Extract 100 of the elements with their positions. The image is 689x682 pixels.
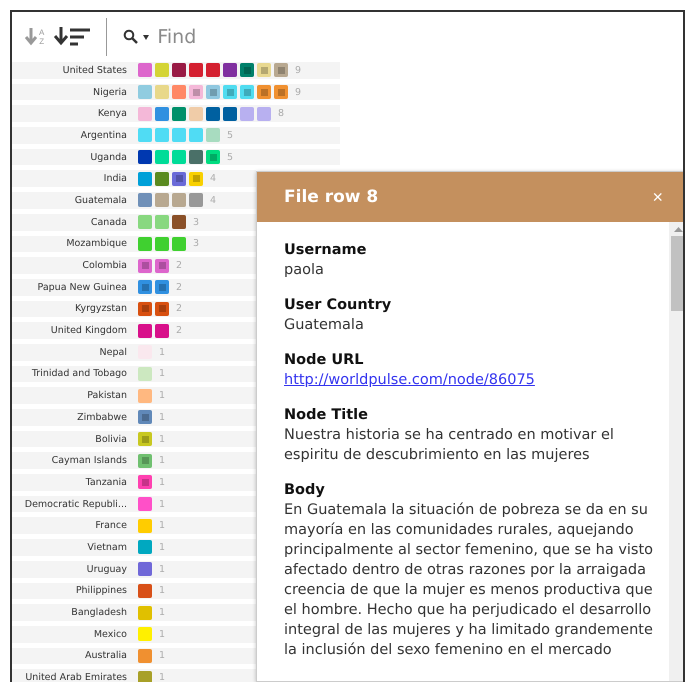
record-count: 1 (159, 542, 166, 553)
country-label: Guatemala (74, 194, 127, 206)
country-label: Colombia (81, 260, 127, 272)
record-count: 1 (159, 520, 166, 532)
field-value: paola (284, 261, 325, 280)
country-row[interactable]: United States 9 (12, 62, 340, 79)
record-count: 1 (159, 585, 166, 596)
record-square[interactable] (155, 172, 169, 186)
panel-title: File row 8 (284, 187, 378, 207)
record-square[interactable] (155, 280, 169, 294)
record-square[interactable] (223, 63, 237, 78)
field-label: Node URL (284, 351, 365, 370)
country-row[interactable]: India 4 (12, 170, 256, 188)
country-label: Trinidad and Tobago (30, 368, 127, 380)
record-count: 1 (159, 434, 166, 445)
country-row[interactable]: Kyrgyzstan 2 (12, 300, 256, 318)
caret-icon (143, 34, 150, 40)
record-count: 1 (159, 607, 166, 618)
scroll-up-icon[interactable] (674, 227, 682, 232)
country-row[interactable]: Pakistan 1 (12, 387, 256, 404)
country-label: Papua New Guinea (36, 282, 127, 293)
field-label: User Country (284, 296, 392, 315)
country-row[interactable]: Mexico 1 (12, 626, 256, 643)
record-square[interactable] (172, 106, 186, 121)
record-square[interactable] (206, 106, 220, 121)
country-row[interactable]: United Kingdom 2 (12, 322, 256, 339)
record-count: 2 (176, 260, 182, 272)
country-row[interactable]: France 1 (12, 517, 256, 534)
country-row[interactable]: Kenya 8 (12, 105, 340, 122)
country-label: Cayman Islands (50, 455, 127, 466)
country-label: Nepal (98, 346, 127, 358)
record-square[interactable] (138, 475, 152, 490)
record-count: 2 (176, 282, 182, 293)
country-row[interactable]: Uganda 5 (12, 148, 340, 166)
record-square[interactable] (240, 63, 254, 78)
record-count: 1 (159, 650, 166, 662)
country-label: Uganda (89, 152, 127, 163)
record-count: 1 (159, 628, 166, 640)
field-label: Username (284, 241, 368, 260)
record-count: 2 (176, 303, 182, 314)
record-square[interactable] (138, 302, 152, 316)
sort-descending-icon (54, 26, 92, 48)
country-row[interactable]: Colombia 2 (12, 257, 256, 274)
record-square[interactable] (138, 150, 152, 164)
record-count: 4 (210, 194, 216, 206)
record-square[interactable] (155, 258, 169, 273)
country-row[interactable]: Democratic Republi... 1 (12, 496, 256, 512)
country-label: Pakistan (86, 390, 127, 402)
search-icon (123, 29, 140, 45)
record-square[interactable] (223, 106, 237, 121)
record-square[interactable] (172, 172, 186, 186)
record-count: 1 (159, 455, 166, 466)
country-row[interactable]: Australia 1 (12, 648, 256, 664)
record-count: 9 (295, 64, 302, 76)
field-link[interactable]: http://worldpulse.com/node/86075 (284, 370, 659, 390)
record-square[interactable] (172, 215, 186, 230)
record-square[interactable] (155, 302, 169, 316)
country-row[interactable]: Vietnam 1 (12, 539, 256, 556)
record-square[interactable] (206, 63, 220, 78)
record-square[interactable] (138, 410, 152, 424)
country-row[interactable]: Cayman Islands 1 (12, 452, 256, 470)
record-square[interactable] (155, 324, 169, 338)
record-count: 1 (159, 564, 166, 575)
country-row[interactable]: Bangladesh 1 (12, 604, 256, 621)
country-label: United Kingdom (50, 325, 127, 336)
country-row[interactable]: Philippines 1 (12, 582, 256, 600)
country-label: Canada (90, 216, 127, 228)
country-label: Nigeria (92, 86, 127, 98)
country-row[interactable]: Papua New Guinea 2 (12, 278, 256, 296)
country-row[interactable]: Canada 3 (12, 214, 256, 230)
record-count: 1 (159, 368, 166, 380)
country-row[interactable]: Uruguay 1 (12, 560, 256, 578)
record-count: 1 (159, 476, 166, 488)
record-count: 8 (278, 108, 284, 120)
record-square[interactable] (138, 584, 152, 598)
record-square[interactable] (172, 63, 186, 78)
country-label: France (94, 520, 127, 532)
record-square[interactable] (189, 150, 203, 164)
record-count: 5 (227, 152, 234, 163)
record-square[interactable] (138, 562, 152, 576)
country-row[interactable]: United Arab Emirates 1 (12, 669, 256, 682)
country-row[interactable]: Zimbabwe 1 (12, 409, 256, 426)
country-label: Mexico (92, 628, 127, 640)
record-count: 3 (193, 238, 200, 250)
record-square[interactable] (189, 63, 203, 78)
record-square[interactable] (138, 280, 152, 294)
record-square[interactable] (138, 258, 152, 273)
country-row[interactable]: Nepal 1 (12, 344, 256, 361)
record-count: 1 (159, 498, 166, 510)
record-count: 2 (176, 325, 182, 336)
country-row[interactable]: Bolivia 1 (12, 430, 256, 448)
country-row[interactable]: Tanzania 1 (12, 474, 256, 491)
record-count: 1 (159, 672, 166, 682)
country-label: Kyrgyzstan (74, 303, 127, 314)
record-square[interactable] (138, 324, 152, 338)
country-label: Uruguay (86, 564, 127, 575)
scroll-thumb[interactable] (670, 236, 683, 311)
down-arrow-icon (24, 27, 38, 47)
scrollbar[interactable] (669, 222, 683, 681)
country-row[interactable]: Trinidad and Tobago 1 (12, 366, 256, 382)
